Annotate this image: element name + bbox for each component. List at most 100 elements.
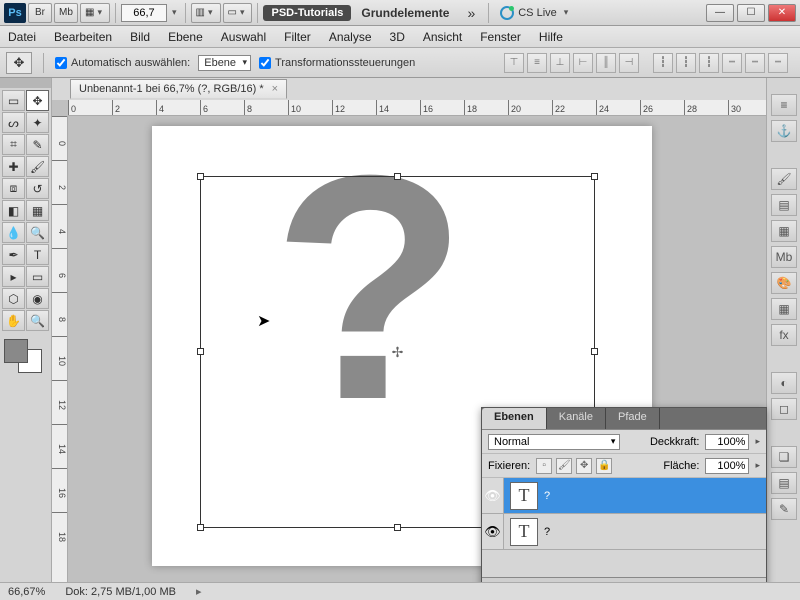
layer-row[interactable]: 👁 T ? [482, 514, 766, 550]
close-document-icon[interactable]: × [272, 83, 278, 95]
layer-visibility-icon[interactable]: 👁 [482, 478, 504, 513]
lock-position-button[interactable]: ✥ [576, 458, 592, 474]
layer-name[interactable]: ? [544, 490, 550, 502]
tab-ebenen[interactable]: Ebenen [482, 408, 547, 429]
lock-all-button[interactable]: 🔒 [596, 458, 612, 474]
clone-source-panel-icon[interactable]: ▤ [771, 194, 797, 216]
color-panel-icon[interactable]: 🎨 [771, 272, 797, 294]
window-close-button[interactable]: ✕ [768, 4, 796, 22]
align-vcenter-button[interactable]: ≡ [527, 53, 547, 73]
type-tool[interactable]: T [26, 244, 49, 265]
align-bottom-button[interactable]: ⊥ [550, 53, 570, 73]
workspace-name[interactable]: Grundelemente [353, 6, 457, 20]
layer-name[interactable]: ? [544, 526, 550, 538]
lasso-tool[interactable]: ᔕ [2, 112, 25, 133]
status-more-icon[interactable]: ▸ [196, 585, 202, 598]
dodge-tool[interactable]: 🔍 [26, 222, 49, 243]
adjustments-panel-icon[interactable]: ◐ [771, 372, 797, 394]
healing-tool[interactable]: ✚ [2, 156, 25, 177]
active-tool-icon[interactable]: ✥ [6, 52, 32, 74]
layer-thumbnail[interactable]: T [510, 482, 538, 510]
launch-bridge-button[interactable]: Br [28, 3, 52, 23]
arrange-documents-button[interactable]: ▥▾ [191, 3, 221, 23]
zoom-dropdown-icon[interactable]: ▾ [169, 7, 180, 18]
masks-panel-icon[interactable]: ◻ [771, 398, 797, 420]
view-extras-button[interactable]: ▦▾ [80, 3, 110, 23]
zoom-tool[interactable]: 🔍 [26, 310, 49, 331]
layer-thumbnail[interactable]: T [510, 518, 538, 546]
opacity-field[interactable]: 100% [705, 434, 749, 450]
brush-presets-icon[interactable]: ▦ [771, 220, 797, 242]
layers-panel-icon[interactable]: ❏ [771, 446, 797, 468]
launch-minibridge-button[interactable]: Mb [54, 3, 78, 23]
gradient-tool[interactable]: ▦ [26, 200, 49, 221]
handle-top-right[interactable] [591, 173, 598, 180]
cs-live-button[interactable]: CS Live ▾ [494, 6, 577, 20]
distribute-top-button[interactable]: ┇ [653, 53, 673, 73]
align-left-button[interactable]: ⊢ [573, 53, 593, 73]
status-doc-info[interactable]: Dok: 2,75 MB/1,00 MB [65, 586, 176, 598]
stamp-tool[interactable]: ⧈ [2, 178, 25, 199]
auto-select-checkbox[interactable]: Automatisch auswählen: [55, 57, 190, 69]
auto-select-check[interactable] [55, 57, 67, 69]
menu-hilfe[interactable]: Hilfe [539, 30, 563, 44]
menu-ebene[interactable]: Ebene [168, 30, 203, 44]
workspace-more-icon[interactable]: » [459, 5, 483, 21]
menu-auswahl[interactable]: Auswahl [221, 30, 266, 44]
window-minimize-button[interactable]: — [706, 4, 734, 22]
align-hcenter-button[interactable]: ║ [596, 53, 616, 73]
actions-panel-icon[interactable]: ⚓ [771, 120, 797, 142]
screen-mode-button[interactable]: ▭▾ [223, 3, 253, 23]
layer-visibility-icon[interactable]: 👁 [482, 514, 504, 549]
document-tab[interactable]: Unbenannt-1 bei 66,7% (?, RGB/16) * × [70, 79, 287, 99]
3d-tool[interactable]: ⬡ [2, 288, 25, 309]
handle-bottom-mid[interactable] [394, 524, 401, 531]
move-tool[interactable]: ✥ [26, 90, 49, 111]
blend-mode-dropdown[interactable]: Normal [488, 434, 620, 450]
eyedropper-tool[interactable]: ✎ [26, 134, 49, 155]
handle-top-mid[interactable] [394, 173, 401, 180]
foreground-color-swatch[interactable] [4, 339, 28, 363]
tab-kanaele[interactable]: Kanäle [547, 408, 606, 429]
menu-3d[interactable]: 3D [390, 30, 405, 44]
lock-transparency-button[interactable]: ▫ [536, 458, 552, 474]
handle-top-left[interactable] [197, 173, 204, 180]
menu-filter[interactable]: Filter [284, 30, 311, 44]
blur-tool[interactable]: 💧 [2, 222, 25, 243]
fill-field[interactable]: 100% [705, 458, 749, 474]
3d-camera-tool[interactable]: ◉ [26, 288, 49, 309]
fill-arrow-icon[interactable]: ▸ [755, 460, 760, 471]
distribute-right-button[interactable]: ┅ [768, 53, 788, 73]
menu-bearbeiten[interactable]: Bearbeiten [54, 30, 112, 44]
menu-ansicht[interactable]: Ansicht [423, 30, 462, 44]
transform-check[interactable] [259, 57, 271, 69]
window-maximize-button[interactable]: ☐ [737, 4, 765, 22]
minibridge-panel-icon[interactable]: Mb [771, 246, 797, 268]
psd-tutorials-button[interactable]: PSD-Tutorials [263, 5, 351, 21]
horizontal-ruler[interactable]: 024681012141618202224262830 [68, 100, 766, 116]
swatches-panel-icon[interactable]: ▦ [771, 298, 797, 320]
vertical-ruler[interactable]: 024681012141618 [52, 116, 68, 582]
transform-controls-checkbox[interactable]: Transformationssteuerungen [259, 57, 415, 69]
brushes-panel-icon[interactable]: 🖌 [771, 168, 797, 190]
brush-tool[interactable]: 🖌 [26, 156, 49, 177]
eraser-tool[interactable]: ◧ [2, 200, 25, 221]
distribute-vcenter-button[interactable]: ┇ [676, 53, 696, 73]
menu-fenster[interactable]: Fenster [480, 30, 521, 44]
align-top-button[interactable]: ⊤ [504, 53, 524, 73]
magic-wand-tool[interactable]: ✦ [26, 112, 49, 133]
menu-bild[interactable]: Bild [130, 30, 150, 44]
auto-select-target-dropdown[interactable]: Ebene [198, 55, 251, 71]
marquee-tool[interactable]: ▭ [2, 90, 25, 111]
menu-analyse[interactable]: Analyse [329, 30, 372, 44]
tab-pfade[interactable]: Pfade [606, 408, 660, 429]
align-right-button[interactable]: ⊣ [619, 53, 639, 73]
path-select-tool[interactable]: ▸ [2, 266, 25, 287]
layers-panel[interactable]: Ebenen Kanäle Pfade Normal Deckkraft: 10… [481, 407, 767, 600]
opacity-arrow-icon[interactable]: ▸ [755, 436, 760, 447]
handle-bottom-left[interactable] [197, 524, 204, 531]
styles-panel-icon[interactable]: fx [771, 324, 797, 346]
history-brush-tool[interactable]: ↺ [26, 178, 49, 199]
lock-pixels-button[interactable]: 🖌 [556, 458, 572, 474]
distribute-left-button[interactable]: ┅ [722, 53, 742, 73]
